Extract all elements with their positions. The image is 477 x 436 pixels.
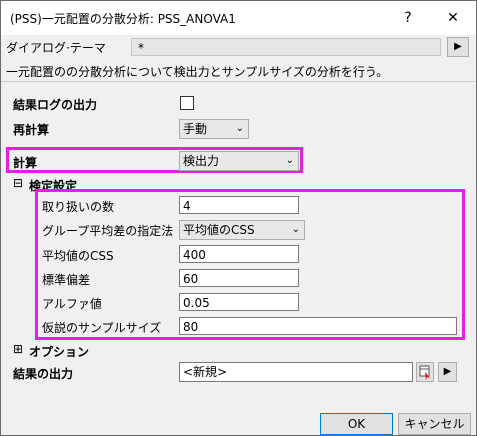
calc-select[interactable]: 検出力 ⌄ [179,151,299,171]
group-mean-method-label: グループ平均差の指定法 [42,224,174,238]
sheet-picker-icon [419,365,430,380]
theme-menu-button[interactable]: ▶ [447,37,469,57]
css-label: 平均値のCSS [42,249,114,263]
close-button[interactable]: ✕ [430,1,476,35]
chevron-down-icon: ⌄ [235,123,244,134]
title-bar: (PSS)一元配置の分散分析: PSS_ANOVA1 ? ✕ [1,1,476,35]
output-picker-button[interactable] [416,362,434,382]
chevron-down-icon: ⌄ [291,224,300,235]
ok-button[interactable]: OK [320,413,393,435]
std-dev-label: 標準偏差 [42,273,91,287]
dialog-theme-field[interactable]: * [131,38,441,56]
alpha-input[interactable]: 0.05 [179,293,299,311]
std-dev-input[interactable]: 60 [179,269,299,287]
css-input[interactable]: 400 [179,245,299,263]
window-title: (PSS)一元配置の分散分析: PSS_ANOVA1 [10,12,236,26]
log-output-label: 結果ログの出力 [13,98,98,112]
output-menu-button[interactable]: ▶ [438,362,457,382]
recalc-select-value: 手動 [183,122,208,136]
sample-size-label: 仮説のサンプルサイズ [42,321,162,335]
options-label: オプション [29,345,90,359]
group-mean-method-value: 平均値のCSS [183,223,255,237]
test-settings-expander-icon[interactable]: ⊟ [13,176,23,190]
separator [1,81,476,82]
cancel-button[interactable]: キャンセル [398,413,471,435]
sample-size-input[interactable]: 80 [179,317,457,335]
num-treatments-input[interactable]: 4 [179,196,299,214]
recalc-select[interactable]: 手動 ⌄ [179,119,249,139]
description-text: 一元配置のの分散分析について検出力とサンプルサイズの分析を行う。 [6,65,389,79]
chevron-down-icon: ⌄ [285,155,294,166]
output-field[interactable]: <新規> [179,362,413,382]
calc-select-value: 検出力 [183,154,220,168]
group-mean-method-select[interactable]: 平均値のCSS ⌄ [179,220,305,240]
dialog-window: (PSS)一元配置の分散分析: PSS_ANOVA1 ? ✕ ダイアログ·テーマ… [0,0,477,436]
log-output-checkbox[interactable] [180,96,194,110]
calc-label: 計算 [13,156,38,170]
num-treatments-label: 取り扱いの数 [42,200,115,214]
alpha-label: アルファ値 [42,297,102,311]
options-expander-icon[interactable]: ⊞ [13,342,23,356]
recalc-label: 再計算 [13,123,50,137]
dialog-theme-label: ダイアログ·テーマ [6,41,106,55]
help-button[interactable]: ? [385,1,431,35]
output-label: 結果の出力 [13,367,74,381]
